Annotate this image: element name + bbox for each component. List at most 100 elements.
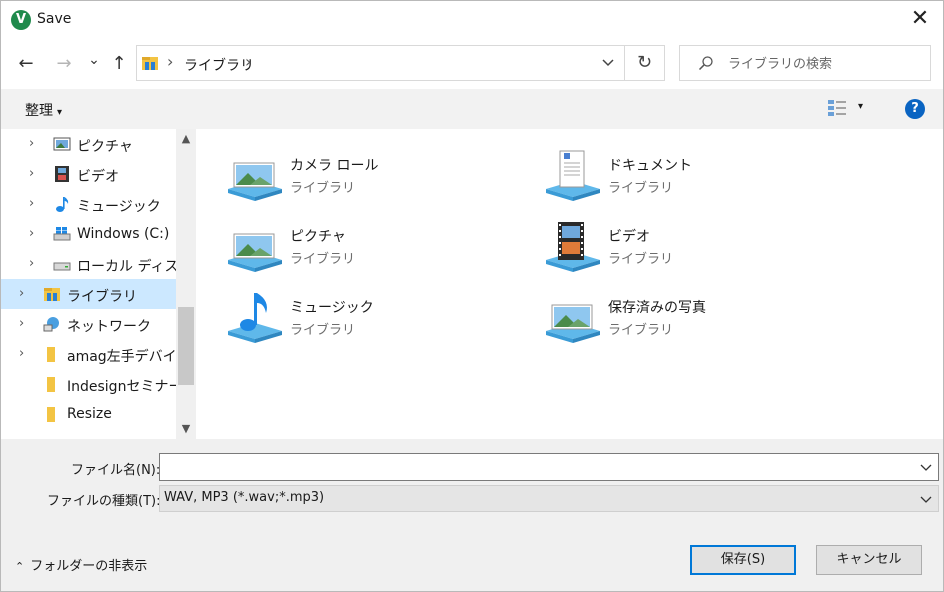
library-list: カメラ ロール ライブラリ ドキュメント ライブラリ ピクチャ ライブラリ ビデ… xyxy=(196,129,943,439)
sidebar-item-label: Resize xyxy=(67,406,112,422)
app-logo-icon: V xyxy=(11,10,31,30)
recent-locations-button[interactable]: ⌄ xyxy=(85,47,103,73)
libraries-icon xyxy=(44,288,60,301)
view-dropdown-button[interactable]: ▾ xyxy=(858,101,863,112)
sidebar-item-label: ピクチャ xyxy=(77,139,133,155)
sidebar-item-label: ミュージック xyxy=(77,199,161,215)
hide-folders-button[interactable]: ⌃ フォルダーの非表示 xyxy=(15,555,147,574)
filetype-select[interactable]: WAV, MP3 (*.wav;*.mp3) xyxy=(159,485,939,512)
camera-roll-library-icon xyxy=(228,162,282,201)
libraries-icon xyxy=(142,57,158,70)
library-type: ライブラリ xyxy=(290,181,356,196)
library-type: ライブラリ xyxy=(290,323,356,338)
sidebar-item-label: Indesignセミナー xyxy=(67,379,183,395)
search-box[interactable] xyxy=(679,45,931,81)
expand-chevron-icon[interactable]: › xyxy=(19,346,24,361)
scroll-up-button[interactable]: ▲ xyxy=(176,129,196,149)
sidebar-item-label: ビデオ xyxy=(77,169,119,185)
title-bar: V Save ✕ xyxy=(1,1,943,39)
sidebar-item-libraries[interactable]: › ライブラリ xyxy=(1,279,176,309)
filename-combobox[interactable] xyxy=(159,453,939,481)
sidebar-item-local-disk[interactable]: › ローカル ディスク ( xyxy=(1,249,196,279)
chevron-down-icon[interactable] xyxy=(920,461,932,473)
hide-folders-label: フォルダーの非表示 xyxy=(30,559,148,574)
library-item-music[interactable]: ミュージック ライブラリ xyxy=(226,289,506,347)
library-type: ライブラリ xyxy=(608,181,674,196)
chevron-down-icon[interactable] xyxy=(920,493,932,505)
forward-button[interactable]: → xyxy=(51,51,77,77)
folder-icon xyxy=(47,407,55,422)
sidebar-item-folder[interactable]: Resize xyxy=(1,399,176,429)
library-type: ライブラリ xyxy=(608,252,674,267)
help-button[interactable]: ? xyxy=(905,99,925,119)
command-bar: 整理 ▾ ▾ ? xyxy=(1,89,943,129)
library-item-saved-pictures[interactable]: 保存済みの写真 ライブラリ xyxy=(544,289,824,347)
library-type: ライブラリ xyxy=(290,252,356,267)
expand-chevron-icon[interactable]: › xyxy=(19,286,24,301)
expand-chevron-icon[interactable]: › xyxy=(29,166,34,181)
sidebar-item-network[interactable]: › ネットワーク xyxy=(1,309,176,339)
local-disk-icon xyxy=(53,262,71,271)
folder-icon xyxy=(47,347,55,362)
sidebar-item-folder[interactable]: Indesignセミナー xyxy=(1,369,182,399)
up-button[interactable]: ↑ xyxy=(107,51,131,77)
search-input[interactable] xyxy=(728,54,918,74)
music-library-icon xyxy=(228,293,282,343)
view-options-icon[interactable] xyxy=(827,99,847,117)
sidebar-item-windows-drive[interactable]: › Windows (C:) xyxy=(1,219,176,249)
cancel-button[interactable]: キャンセル xyxy=(816,545,922,575)
filetype-label: ファイルの種類(T): xyxy=(47,494,161,509)
chevron-down-icon: ▾ xyxy=(57,107,63,118)
filetype-value: WAV, MP3 (*.wav;*.mp3) xyxy=(164,490,325,505)
refresh-button[interactable]: ↻ xyxy=(625,45,665,81)
sidebar-item-music[interactable]: › ミュージック xyxy=(1,189,176,219)
address-bar[interactable]: › ライブラリ › xyxy=(136,45,625,81)
expand-chevron-icon[interactable]: › xyxy=(29,226,34,241)
folder-icon xyxy=(47,377,55,392)
saved-pictures-library-icon xyxy=(546,304,600,343)
expand-chevron-icon[interactable]: › xyxy=(19,316,24,331)
sidebar-item-label: Windows (C:) xyxy=(77,226,170,242)
expand-chevron-icon[interactable]: › xyxy=(29,196,34,211)
organize-menu-button[interactable]: 整理 ▾ xyxy=(25,100,62,120)
pictures-library-icon xyxy=(228,233,282,272)
save-dialog: V Save ✕ ← → ⌄ ↑ › ライブラリ › ↻ ライブラリの検索 整理… xyxy=(0,0,944,592)
videos-library-icon xyxy=(546,222,600,272)
library-name: カメラ ロール xyxy=(290,158,379,174)
back-button[interactable]: ← xyxy=(13,51,39,77)
library-name: 保存済みの写真 xyxy=(608,300,706,316)
sidebar-item-videos[interactable]: › ビデオ xyxy=(1,159,176,189)
library-item-camera-roll[interactable]: カメラ ロール ライブラリ xyxy=(226,147,506,205)
chevron-up-icon: ⌃ xyxy=(15,560,25,573)
library-name: ピクチャ xyxy=(290,229,346,245)
sidebar-item-pictures[interactable]: › ピクチャ xyxy=(1,129,176,159)
library-item-pictures[interactable]: ピクチャ ライブラリ xyxy=(226,218,506,276)
filename-input[interactable] xyxy=(164,457,904,477)
scroll-down-button[interactable]: ▼ xyxy=(176,419,196,439)
documents-library-icon xyxy=(546,150,600,201)
sidebar-item-folder[interactable]: › amag左手デバイス xyxy=(1,339,190,369)
close-button[interactable]: ✕ xyxy=(897,1,943,39)
window-title: Save xyxy=(37,11,72,27)
music-icon xyxy=(56,197,69,212)
navigation-bar: ← → ⌄ ↑ › ライブラリ › ↻ xyxy=(1,39,943,89)
search-icon xyxy=(698,56,713,71)
filename-label: ファイル名(N): xyxy=(71,463,161,478)
library-name: ドキュメント xyxy=(608,158,692,174)
expand-chevron-icon[interactable]: › xyxy=(29,136,34,151)
breadcrumb-libraries[interactable]: ライブラリ xyxy=(184,55,254,75)
expand-chevron-icon[interactable]: › xyxy=(29,256,34,271)
save-button[interactable]: 保存(S) xyxy=(690,545,796,575)
library-item-documents[interactable]: ドキュメント ライブラリ xyxy=(544,147,824,205)
library-item-videos[interactable]: ビデオ ライブラリ xyxy=(544,218,824,276)
sidebar-scrollbar[interactable]: ▲ ▼ xyxy=(176,129,196,439)
videos-icon xyxy=(55,166,69,182)
breadcrumb-separator[interactable]: › xyxy=(167,52,173,71)
windows-drive-icon xyxy=(53,227,71,241)
address-dropdown-icon[interactable] xyxy=(600,54,616,70)
scrollbar-thumb[interactable] xyxy=(178,307,194,385)
organize-label: 整理 xyxy=(25,103,53,119)
breadcrumb-separator[interactable]: › xyxy=(245,52,251,71)
library-name: ビデオ xyxy=(608,229,650,245)
navigation-pane: › ピクチャ › ビデオ › ミュージック › Windows (C:) › ロ… xyxy=(1,129,196,439)
